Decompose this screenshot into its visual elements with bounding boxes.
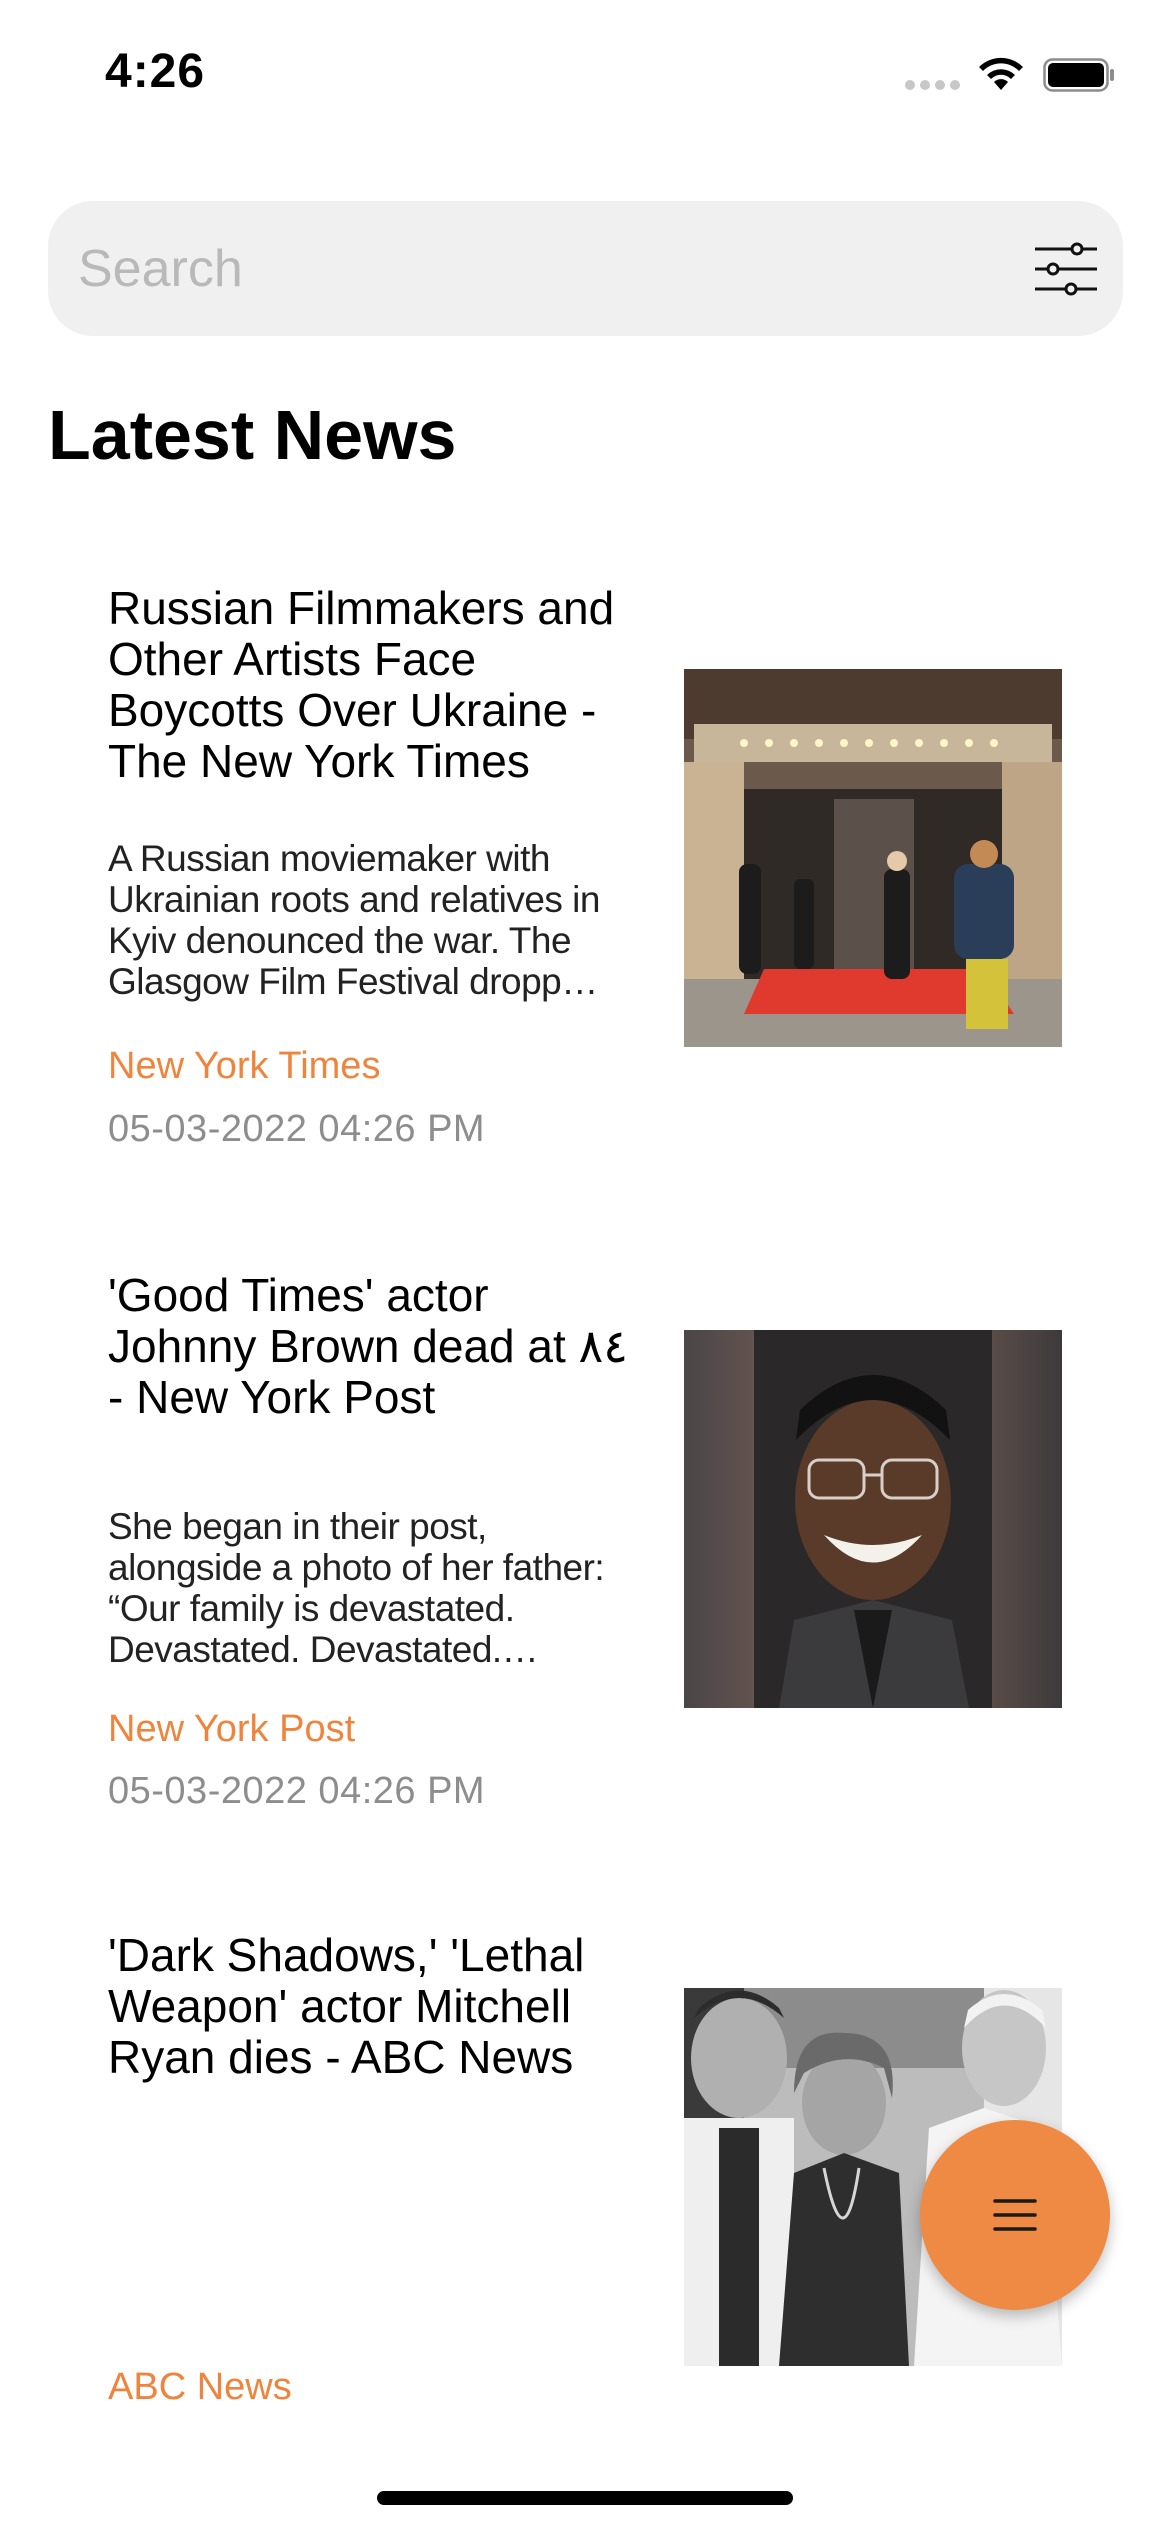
news-thumbnail: [684, 1330, 1062, 1708]
news-source: New York Times: [108, 1045, 381, 1087]
news-source: ABC News: [108, 2366, 292, 2408]
search-bar: [48, 201, 1123, 336]
news-description: A Russian moviemaker with Ukrainian root…: [108, 838, 600, 1002]
news-date: 05-03-2022 04:26 PM: [108, 1108, 486, 1150]
menu-icon: [993, 2199, 1037, 2231]
home-indicator: [377, 2491, 793, 2505]
news-title-text: Russian Filmmakers and Other Artists Fac…: [108, 582, 615, 787]
page-title: Latest News: [48, 396, 457, 474]
search-input[interactable]: [78, 201, 1018, 336]
news-date: 05-03-2022 04:26 PM: [108, 1770, 486, 1812]
status-time: 4:26: [105, 45, 206, 98]
battery-icon: [1043, 58, 1114, 92]
news-card[interactable]: Russian Filmmakers and Other Artists Fac…: [0, 583, 1170, 1183]
news-title-text: 'Dark Shadows,' 'Lethal Weapon' actor Mi…: [108, 1929, 585, 2083]
cellular-signal-icon: [905, 80, 961, 94]
news-thumbnail: [684, 669, 1062, 1047]
news-title: 'Good Times' actor Johnny Brown dead at …: [108, 1270, 648, 1423]
status-bar: 4:26: [0, 0, 1170, 150]
menu-fab-button[interactable]: [920, 2120, 1110, 2310]
news-card[interactable]: 'Good Times' actor Johnny Brown dead at …: [0, 1270, 1170, 1870]
wifi-icon: [979, 57, 1023, 90]
sliders-icon[interactable]: [1031, 239, 1101, 299]
news-title: Russian Filmmakers and Other Artists Fac…: [108, 583, 648, 787]
news-title: 'Dark Shadows,' 'Lethal Weapon' actor Mi…: [108, 1930, 648, 2083]
news-source: New York Post: [108, 1708, 356, 1750]
news-description: She began in their post, alongside a pho…: [108, 1506, 605, 1670]
news-title-text: 'Good Times' actor Johnny Brown dead at …: [108, 1269, 628, 1423]
